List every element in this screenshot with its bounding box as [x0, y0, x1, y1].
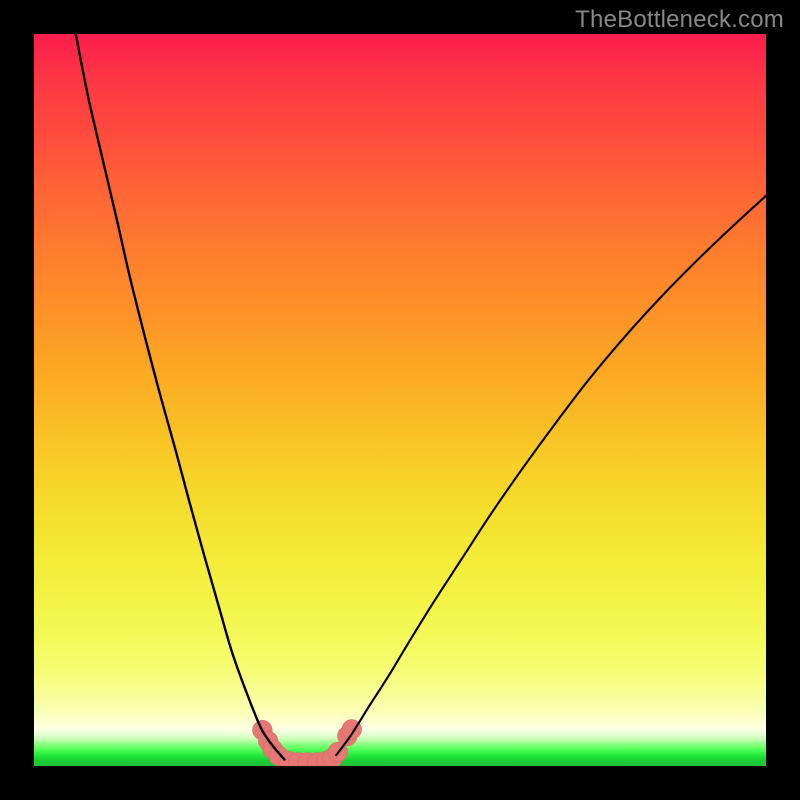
- right-branch-curve: [336, 196, 766, 755]
- plot-area: [34, 34, 766, 766]
- left-branch-curve: [76, 34, 285, 759]
- outer-frame: TheBottleneck.com: [0, 0, 800, 800]
- watermark-text: TheBottleneck.com: [575, 6, 784, 34]
- curve-layer: [34, 34, 766, 766]
